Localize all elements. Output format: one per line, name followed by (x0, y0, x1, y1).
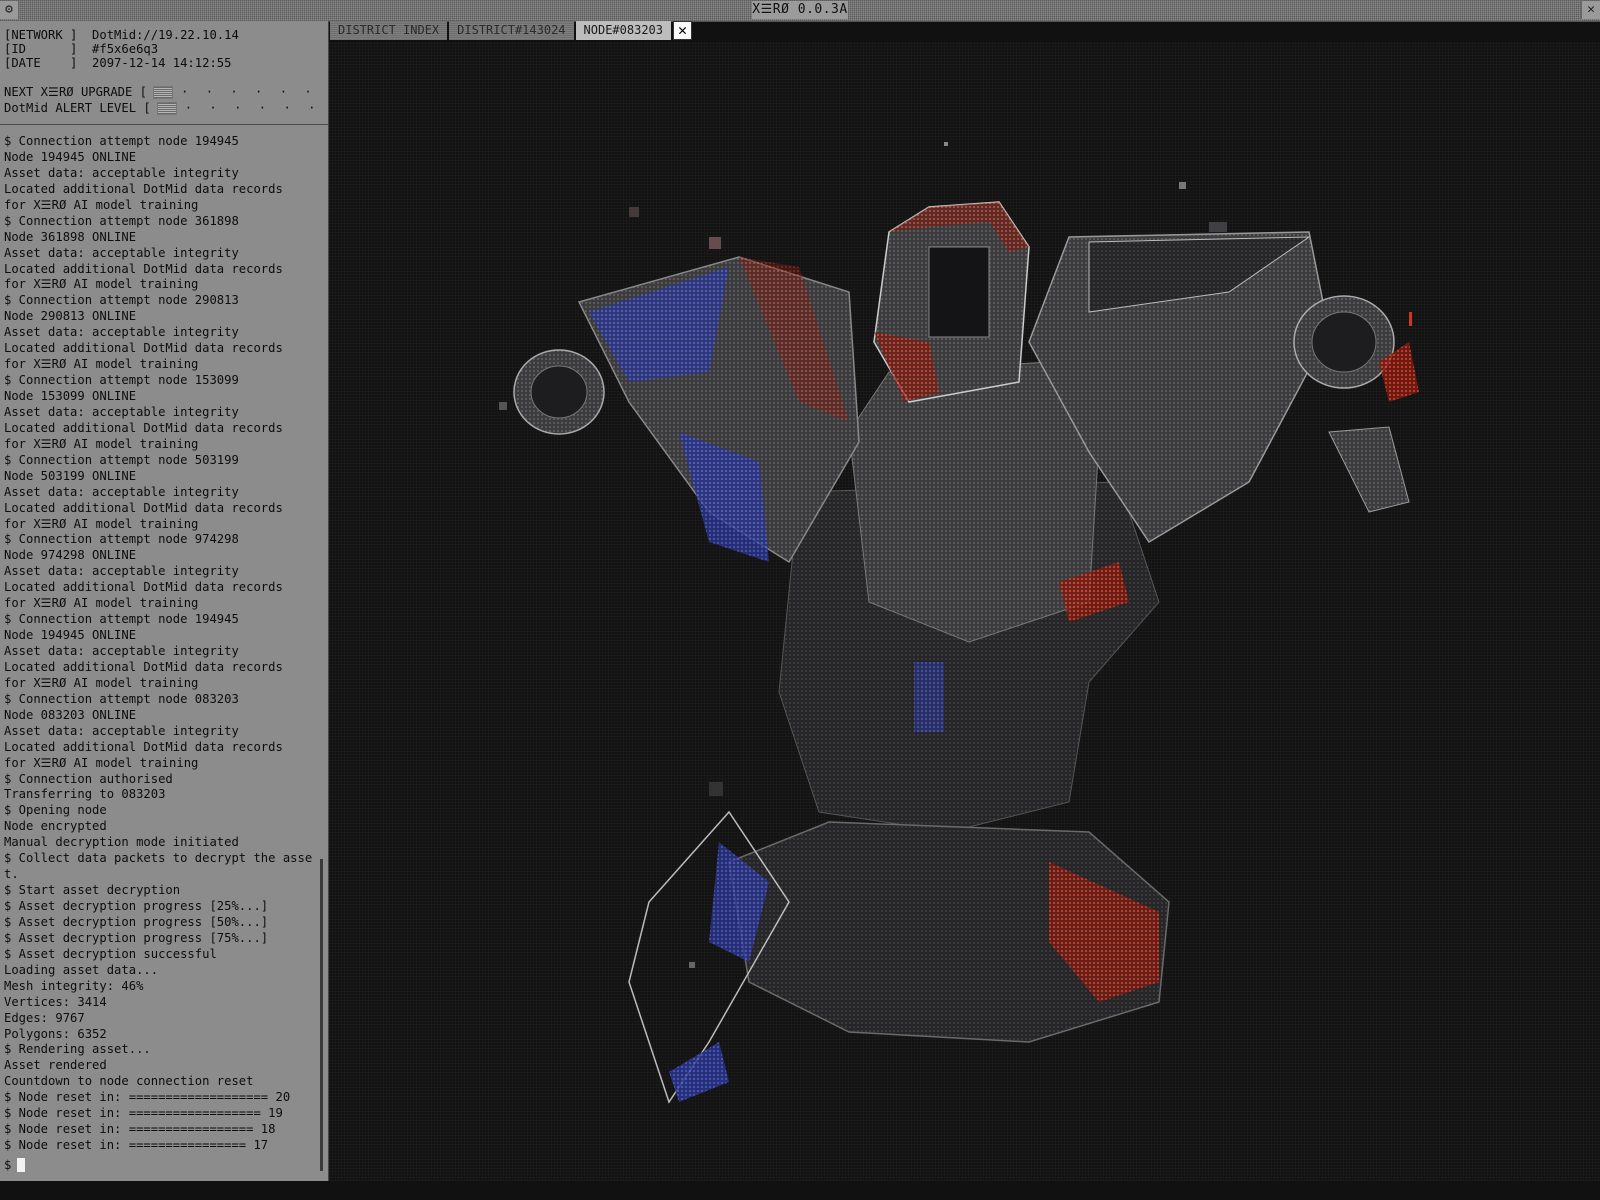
log-line: Located additional DotMid data records (4, 181, 283, 196)
tab-district-143024[interactable]: DISTRICT#143024 (449, 21, 573, 40)
upgrade-level: NEXT X☰RØ UPGRADE [ · · · · · · · · ] (4, 84, 373, 100)
date-line: [DATE ] 2097-12-14 14:12:55 (4, 56, 232, 70)
log-line: $ Collect data packets to decrypt the as… (4, 851, 313, 866)
log-line: for X☰RØ AI model training (4, 197, 199, 212)
upgrade-bar-fill (153, 85, 174, 99)
log-line: for X☰RØ AI model training (4, 436, 199, 451)
log-line: Asset data: acceptable integrity (4, 644, 239, 658)
log-line: Node 153099 ONLINE (4, 389, 137, 403)
log-line: $ Connection attempt node 361898 (4, 213, 239, 228)
log-line: Node 083203 ONLINE (4, 707, 137, 722)
log-line: Loading asset data... (4, 962, 159, 977)
log-line: for X☰RØ AI model training (4, 516, 199, 531)
log-line: Vertices: 3414 (4, 994, 107, 1009)
close-icon[interactable]: ✕ (673, 21, 693, 40)
log-line: Located additional DotMid data records (4, 261, 283, 276)
log-line: Asset rendered (4, 1058, 107, 1073)
status-block: [NETWORK ] DotMid://19.22.10.14 [ID ] #f… (4, 28, 377, 116)
log-line: $ Rendering asset... (4, 1042, 151, 1057)
log-line: $ Node reset in: ================= 18 (4, 1122, 276, 1137)
gear-icon[interactable]: ⚙ (0, 1, 19, 19)
id-line: [ID ] #f5x6e6q3 (4, 42, 159, 56)
upgrade-label: NEXT X☰RØ UPGRADE [ (4, 85, 148, 99)
log-line: $ Connection attempt node 974298 (4, 532, 239, 547)
tab-district-index[interactable]: DISTRICT INDEX (330, 21, 447, 40)
log-line: $ Connection attempt node 290813 (4, 293, 239, 308)
log-line: Manual decryption mode initiated (4, 835, 239, 850)
log-line: for X☰RØ AI model training (4, 357, 199, 372)
log-line: $ Connection attempt node 153099 (4, 373, 239, 388)
close-icon[interactable]: ✕ (1581, 1, 1600, 19)
text-cursor (17, 1158, 26, 1172)
log-line: Asset data: acceptable integrity (4, 723, 239, 738)
log-line: $ Node reset in: =================== 20 (4, 1090, 291, 1105)
log-line: Node 361898 ONLINE (4, 229, 137, 244)
tab-bar: DISTRICT INDEX DISTRICT#143024 NODE#0832… (330, 21, 693, 41)
log-line: $ Asset decryption progress [25%...] (4, 899, 269, 913)
log-line: for X☰RØ AI model training (4, 277, 199, 292)
terminal-panel: [NETWORK ] DotMid://19.22.10.14 [ID ] #f… (0, 21, 377, 1181)
log-line: Located additional DotMid data records (4, 580, 283, 595)
prompt-symbol: $ (4, 1158, 12, 1172)
log-line: for X☰RØ AI model training (4, 596, 199, 611)
log-line: Located additional DotMid data records (4, 659, 283, 674)
log-line: Mesh integrity: 46% (4, 978, 144, 993)
log-line: Located additional DotMid data records (4, 341, 283, 356)
asset-viewport[interactable] (329, 42, 1600, 1181)
log-line: Asset data: acceptable integrity (4, 564, 239, 579)
log-line: $ Asset decryption successful (4, 946, 217, 961)
alert-bar-fill (156, 101, 177, 115)
log-line: $ Opening node (4, 803, 107, 818)
log-line: $ Node reset in: ================== 19 (4, 1106, 283, 1121)
log-line: Located additional DotMid data records (4, 739, 283, 754)
alert-label: DotMid ALERT LEVEL [ (4, 101, 151, 115)
log-line: Node 974298 ONLINE (4, 548, 137, 563)
log-scrollbar[interactable] (320, 859, 323, 1171)
log-line: Countdown to node connection reset (4, 1074, 254, 1089)
log-line: $ Connection attempt node 083203 (4, 691, 239, 706)
title-bar: ⚙ X☰RØ 0.0.3A ✕ (0, 0, 1600, 22)
log-line: $ Connection authorised (4, 771, 173, 786)
log-line: $ Asset decryption progress [75%...] (4, 930, 269, 945)
log-line: $ Start asset decryption (4, 883, 181, 898)
mech-asset-render (499, 142, 1419, 1104)
log-line: Asset data: acceptable integrity (4, 245, 239, 260)
log-line: Asset data: acceptable integrity (4, 325, 239, 340)
log-line: Asset data: acceptable integrity (4, 484, 239, 499)
alert-level: DotMid ALERT LEVEL [ · · · · · · · · ] (4, 100, 377, 116)
log-line: Transferring to 083203 (4, 787, 166, 802)
log-line: for X☰RØ AI model training (4, 675, 199, 690)
log-line: Node 194945 ONLINE (4, 628, 137, 643)
window-title: X☰RØ 0.0.3A (752, 1, 848, 19)
log-line: Node 290813 ONLINE (4, 309, 137, 324)
log-line: Asset data: acceptable integrity (4, 165, 239, 180)
divider (0, 124, 328, 125)
log-line: $ Connection attempt node 194945 (4, 612, 239, 627)
log-line: Node 503199 ONLINE (4, 468, 137, 483)
network-line: [NETWORK ] DotMid://19.22.10.14 (4, 28, 239, 42)
command-prompt[interactable]: $ (4, 1157, 26, 1173)
log-line: $ Connection attempt node 194945 (4, 134, 239, 148)
log-line: $ Asset decryption progress [50%...] (4, 914, 269, 929)
log-line: Located additional DotMid data records (4, 500, 283, 515)
log-line: Node encrypted (4, 819, 107, 834)
log-line: t. (4, 867, 19, 882)
log-line: Located additional DotMid data records (4, 420, 283, 435)
log-line: Asset data: acceptable integrity (4, 404, 239, 419)
terminal-log[interactable]: $ Connection attempt node 194945 Node 194… (4, 133, 316, 1153)
log-line: $ Connection attempt node 503199 (4, 452, 239, 467)
log-line: Node 194945 ONLINE (4, 149, 137, 164)
log-line: Polygons: 6352 (4, 1026, 107, 1041)
log-line: for X☰RØ AI model training (4, 755, 199, 770)
log-line: Edges: 9767 (4, 1010, 85, 1025)
tab-node-083203[interactable]: NODE#083203 (575, 21, 672, 40)
log-line: $ Node reset in: ================ 17 (4, 1138, 269, 1153)
